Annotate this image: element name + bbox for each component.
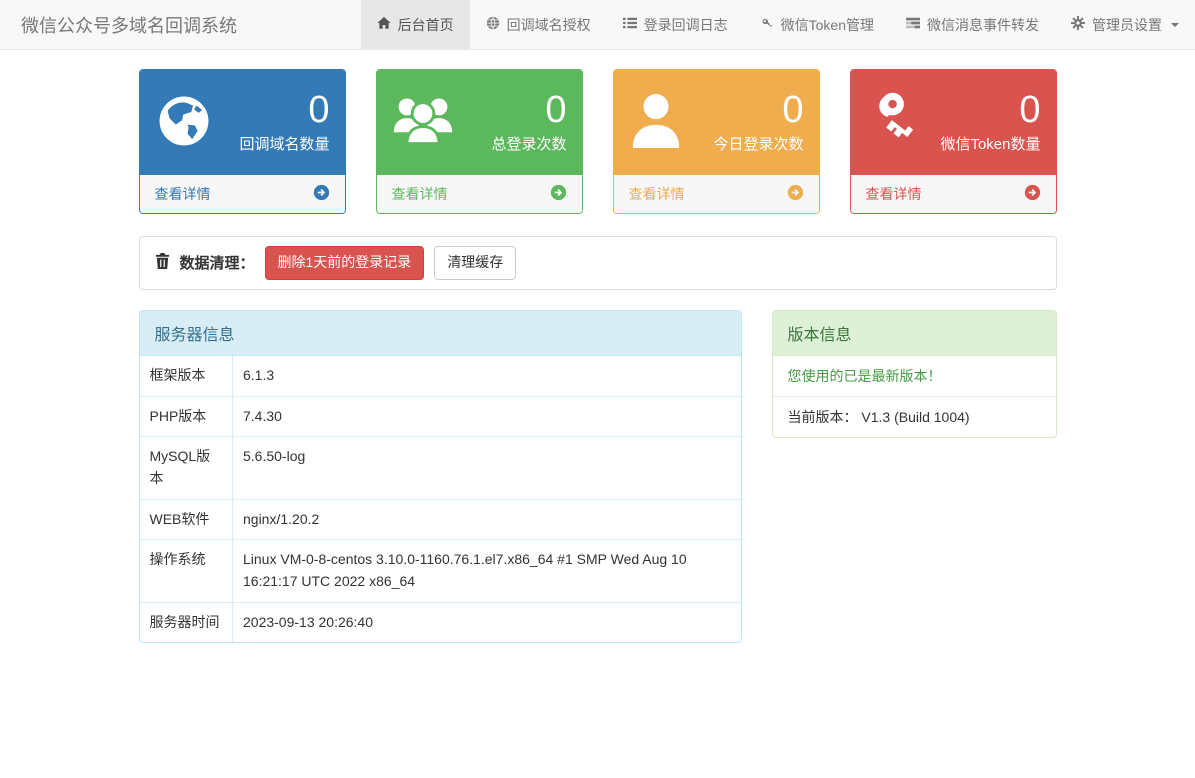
arrow-circle-right-icon [787, 184, 804, 204]
stat-panel-total-logins: 0 总登录次数 查看详情 [375, 69, 583, 214]
table-row: 框架版本 6.1.3 [139, 355, 741, 397]
row-value: Linux VM-0-8-centos 3.10.0-1160.76.1.el7… [232, 539, 741, 603]
gear-icon [1071, 16, 1085, 33]
data-cleanup-panel: 数据清理： 删除1天前的登录记录 清理缓存 [138, 236, 1057, 290]
stat-label: 微信Token数量 [940, 136, 1041, 154]
arrow-circle-right-icon [1024, 184, 1041, 204]
nav-item-label: 微信消息事件转发 [927, 16, 1039, 33]
stat-value: 0 [1019, 88, 1041, 131]
list-icon [622, 16, 637, 33]
row-value: 2023-09-13 20:26:40 [232, 601, 741, 643]
row-label: 操作系统 [139, 539, 233, 603]
nav-item-admin-settings[interactable]: 管理员设置 [1055, 0, 1195, 49]
row-value: nginx/1.20.2 [232, 498, 741, 540]
table-row: 服务器时间 2023-09-13 20:26:40 [139, 601, 741, 643]
stat-right: 0 总登录次数 [491, 88, 567, 155]
delete-old-logs-button[interactable]: 删除1天前的登录记录 [264, 246, 425, 280]
view-details-label: 查看详情 [628, 186, 685, 202]
version-info-panel: 版本信息 您使用的已是最新版本！ 当前版本： V1.3 (Build 1004) [771, 309, 1057, 438]
stat-value: 0 [782, 88, 804, 131]
view-details-link[interactable]: 查看详情 [139, 175, 345, 213]
nav-item-label: 回调域名授权 [506, 16, 591, 33]
arrow-circle-right-icon [313, 184, 330, 204]
page-content: 0 回调域名数量 查看详情 0 总登录次数 查看详情 0 今日登录次数 查看详情… [124, 69, 1072, 644]
server-info-title: 服务器信息 [139, 310, 741, 356]
row-label: 框架版本 [139, 355, 233, 397]
view-details-link[interactable]: 查看详情 [376, 175, 582, 213]
brand-title[interactable]: 微信公众号多域名回调系统 [6, 0, 252, 49]
view-details-label: 查看详情 [154, 186, 211, 202]
nav-item-dashboard[interactable]: 后台首页 [360, 0, 470, 49]
stat-panel-today-logins: 0 今日登录次数 查看详情 [612, 69, 820, 214]
top-navbar: 微信公众号多域名回调系统 后台首页 回调域名授权 登录回调日志 微信Token管… [0, 0, 1195, 50]
main-nav: 后台首页 回调域名授权 登录回调日志 微信Token管理 微信消息事件转发 管理… [360, 0, 1195, 49]
row-label: PHP版本 [139, 395, 233, 437]
version-latest-text: 您使用的已是最新版本！ [772, 356, 1056, 397]
stat-heading: 0 总登录次数 [376, 70, 582, 175]
row-label: WEB软件 [139, 498, 233, 540]
stat-value: 0 [308, 88, 330, 131]
row-value: 7.4.30 [232, 395, 741, 437]
stat-right: 0 微信Token数量 [940, 88, 1041, 155]
view-details-label: 查看详情 [865, 186, 922, 202]
view-details-link[interactable]: 查看详情 [850, 175, 1056, 213]
nav-item-domain-auth[interactable]: 回调域名授权 [470, 0, 607, 49]
table-row: 操作系统 Linux VM-0-8-centos 3.10.0-1160.76.… [139, 539, 741, 603]
view-details-label: 查看详情 [391, 186, 448, 202]
stat-panel-callback-domains: 0 回调域名数量 查看详情 [138, 69, 346, 214]
nav-item-label: 管理员设置 [1092, 16, 1162, 33]
home-icon [377, 16, 391, 33]
row-label: MySQL版本 [139, 436, 233, 500]
version-current-text: 当前版本： V1.3 (Build 1004) [787, 408, 970, 425]
version-info-title: 版本信息 [772, 310, 1056, 356]
stat-value: 0 [545, 88, 567, 131]
stat-label: 今日登录次数 [713, 136, 804, 154]
row-value: 5.6.50-log [232, 436, 741, 500]
user-icon [629, 92, 683, 153]
cleanup-label: 数据清理： [179, 255, 255, 273]
tasks-icon [906, 16, 920, 33]
info-row: 服务器信息 框架版本 6.1.3 PHP版本 7.4.30 MySQL版本 5.… [138, 309, 1057, 644]
table-row: WEB软件 nginx/1.20.2 [139, 498, 741, 540]
stat-right: 0 今日登录次数 [713, 88, 804, 155]
stat-right: 0 回调域名数量 [239, 88, 330, 155]
nav-item-label: 微信Token管理 [780, 16, 874, 33]
clear-cache-button[interactable]: 清理缓存 [434, 246, 517, 280]
nav-item-msg-forward[interactable]: 微信消息事件转发 [890, 0, 1055, 49]
stat-heading: 0 今日登录次数 [613, 70, 819, 175]
stat-heading: 0 回调域名数量 [139, 70, 345, 175]
stat-panel-wechat-tokens: 0 微信Token数量 查看详情 [849, 69, 1057, 214]
chevron-down-icon [1171, 22, 1179, 27]
nav-item-login-log[interactable]: 登录回调日志 [607, 0, 744, 49]
key-icon [760, 16, 774, 33]
stat-heading: 0 微信Token数量 [850, 70, 1056, 175]
users-icon [392, 93, 454, 152]
trash-icon [155, 253, 170, 272]
view-details-link[interactable]: 查看详情 [613, 175, 819, 213]
row-label: 服务器时间 [139, 601, 233, 643]
nav-item-label: 登录回调日志 [643, 16, 728, 33]
arrow-circle-right-icon [550, 184, 567, 204]
key-icon [866, 91, 926, 154]
nav-item-token-manage[interactable]: 微信Token管理 [744, 0, 890, 49]
stat-label: 总登录次数 [491, 136, 567, 154]
table-row: PHP版本 7.4.30 [139, 395, 741, 437]
server-info-panel: 服务器信息 框架版本 6.1.3 PHP版本 7.4.30 MySQL版本 5.… [138, 309, 742, 644]
server-info-table: 框架版本 6.1.3 PHP版本 7.4.30 MySQL版本 5.6.50-l… [139, 355, 741, 643]
nav-item-label: 后台首页 [397, 16, 454, 33]
row-value: 6.1.3 [243, 366, 275, 383]
table-row: MySQL版本 5.6.50-log [139, 436, 741, 500]
globe-icon [486, 16, 500, 33]
stats-row: 0 回调域名数量 查看详情 0 总登录次数 查看详情 0 今日登录次数 查看详情… [138, 69, 1057, 214]
globe-icon [155, 92, 213, 153]
stat-label: 回调域名数量 [239, 136, 330, 154]
